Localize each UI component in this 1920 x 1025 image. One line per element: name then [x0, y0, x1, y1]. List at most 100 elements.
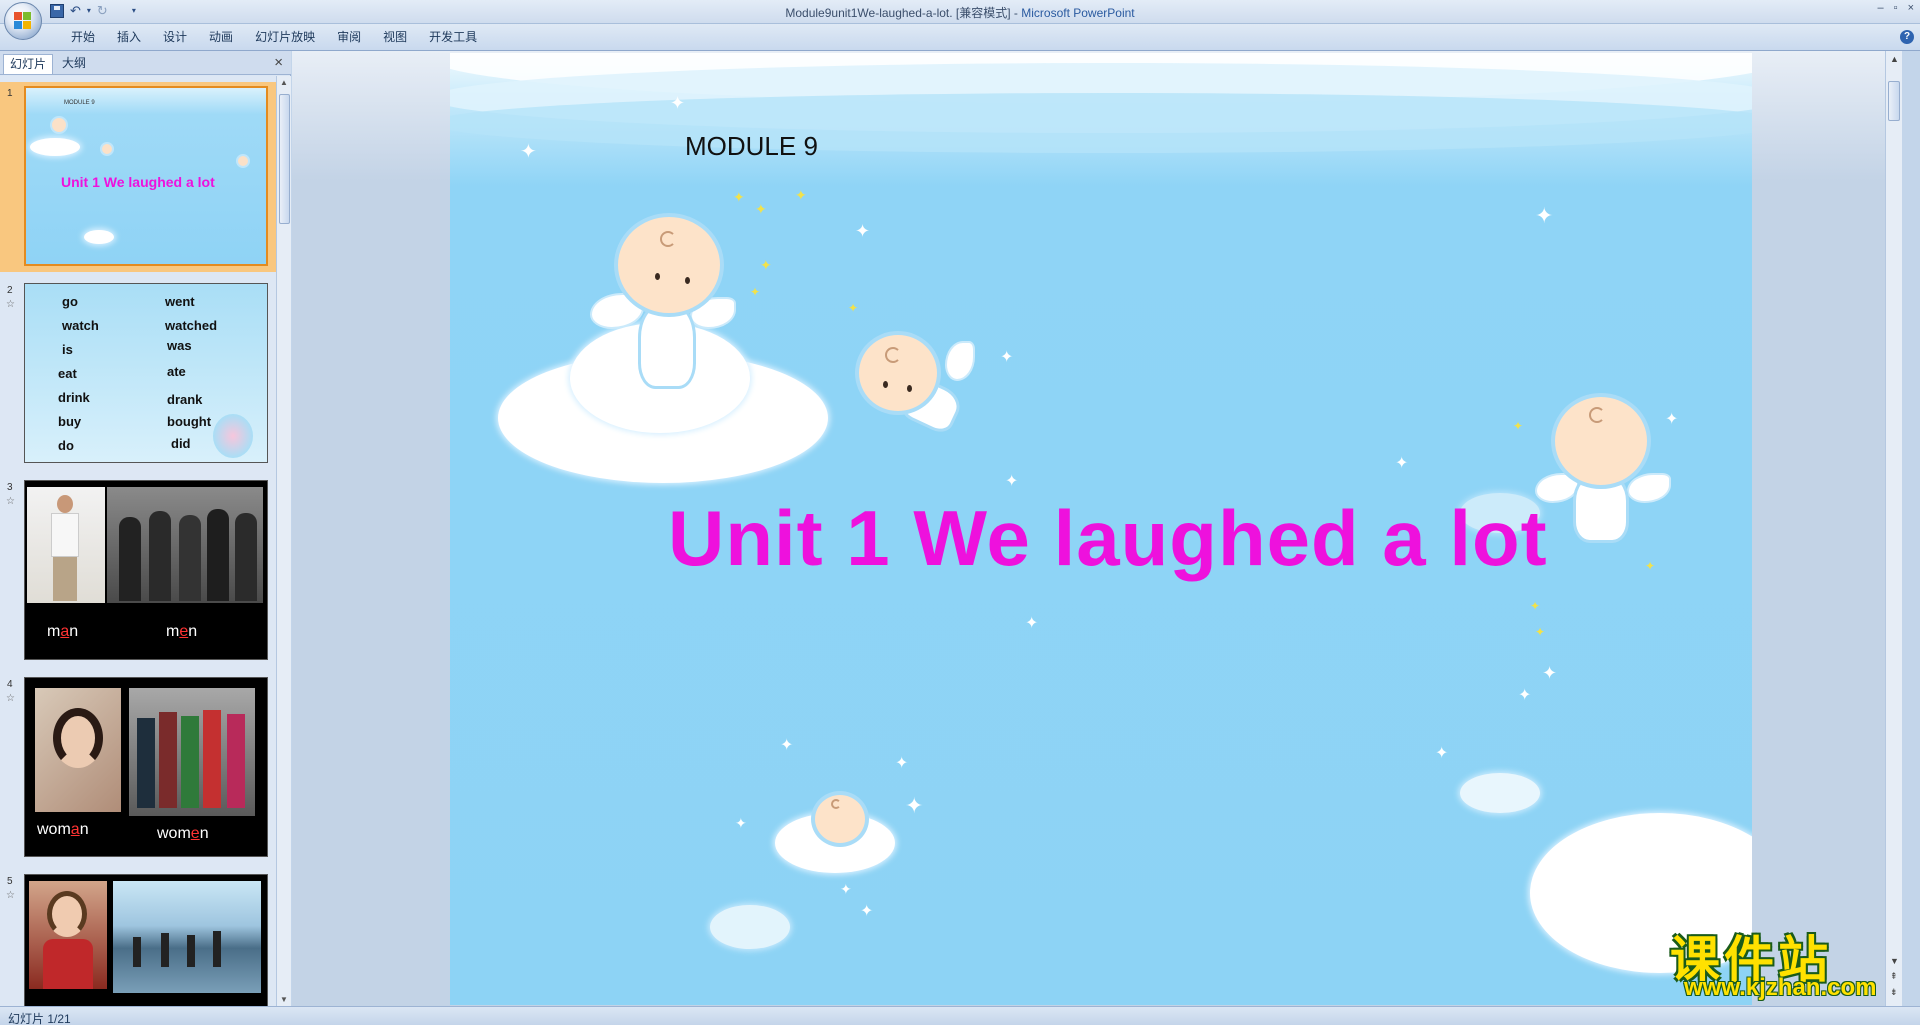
star-decoration: ✦: [905, 793, 924, 818]
thumbnail-preview: go watch is eat drink buy do went watche…: [24, 283, 268, 463]
star-decoration: ✦: [840, 881, 852, 897]
angel-illustration: [590, 213, 736, 413]
window-title: Module9unit1We-laughed-a-lot. [兼容模式] - M…: [0, 4, 1920, 21]
star-decoration: ✦: [855, 221, 871, 241]
slide-number: 2: [7, 285, 13, 296]
tab-slides[interactable]: 幻灯片: [3, 54, 54, 74]
angel-illustration: [1535, 393, 1671, 563]
thumbnail-preview: woman women: [24, 677, 268, 857]
star-decoration: ✦: [1435, 745, 1449, 762]
caption-men: men: [166, 623, 198, 640]
ribbon-tabs: 开始 插入 设计 动画 幻灯片放映 审阅 视图 开发工具: [60, 30, 488, 45]
cloud-decoration: [710, 905, 790, 949]
photo-children: [113, 881, 261, 993]
tab-developer[interactable]: 开发工具: [418, 30, 488, 45]
ribbon: 开始 插入 设计 动画 幻灯片放映 审阅 视图 开发工具 ?: [0, 24, 1920, 51]
angel-illustration: [855, 331, 975, 451]
tab-slideshow[interactable]: 幻灯片放映: [244, 30, 326, 45]
wing-decoration: [1627, 473, 1671, 503]
slide-thumbnail-list: 1 MODULE 9 Unit 1 We laughed a lot 2 ☆ g…: [0, 76, 276, 1006]
slide-thumbnail-2[interactable]: 2 ☆ go watch is eat drink buy do went wa…: [0, 279, 276, 469]
title-separator: -: [1010, 6, 1022, 20]
tab-animations[interactable]: 动画: [198, 30, 244, 45]
scroll-up-icon[interactable]: ▲: [280, 78, 288, 87]
scrollbar-thumb[interactable]: [279, 94, 290, 224]
slide-module-text[interactable]: MODULE 9: [685, 131, 818, 162]
thumbnail-word: go: [62, 294, 78, 309]
thumbnail-title-text: Unit 1 We laughed a lot: [61, 174, 215, 190]
slide-editor: ✦ ✦ ✦ ✦ ✦ ✦ ✦ ✦ ✦ ✦ ✦ ✦ ✦ ✦ ✦ ✦ ✦ ✦ ✦ ✦ …: [292, 51, 1902, 1006]
flower-decoration: [213, 414, 253, 458]
thumbnail-module-text: MODULE 9: [64, 100, 95, 106]
thumbnail-word: drink: [58, 390, 90, 405]
scrollbar-thumb[interactable]: [1888, 81, 1900, 121]
office-button[interactable]: [4, 2, 42, 40]
slide-thumbnail-3[interactable]: 3 ☆ man men: [0, 476, 276, 666]
caption-man: man: [47, 623, 79, 640]
hair-curl: [660, 231, 676, 247]
thumbnail-preview: MODULE 9 Unit 1 We laughed a lot: [24, 86, 268, 266]
animation-star-icon: ☆: [6, 299, 15, 310]
caption-women: women: [157, 825, 209, 842]
thumbnail-scrollbar[interactable]: ▲ ▼: [276, 76, 291, 1006]
angel-decoration: [236, 154, 250, 168]
office-logo-icon: [14, 12, 32, 30]
angel-eye: [883, 381, 888, 388]
thumbnail-preview: man men: [24, 480, 268, 660]
yellow-star-decoration: ✦: [1535, 625, 1546, 639]
angel-illustration: [785, 791, 895, 871]
maximize-button[interactable]: ▫: [1894, 2, 1898, 14]
yellow-star-decoration: ✦: [760, 257, 772, 273]
yellow-star-decoration: ✦: [1530, 599, 1541, 613]
angel-head: [811, 791, 869, 847]
animation-star-icon: ☆: [6, 496, 15, 507]
yellow-star-decoration: ✦: [848, 301, 859, 315]
star-decoration: ✦: [1518, 687, 1532, 704]
slide-thumbnail-5[interactable]: 5 ☆: [0, 870, 276, 1006]
star-decoration: ✦: [1005, 473, 1019, 490]
status-bar: 幻灯片 1/21: [0, 1006, 1920, 1025]
tab-insert[interactable]: 插入: [106, 30, 152, 45]
close-panel-icon[interactable]: ×: [274, 54, 283, 71]
angel-decoration: [100, 142, 114, 156]
star-decoration: ✦: [1665, 411, 1679, 428]
minimize-button[interactable]: –: [1878, 2, 1884, 14]
slide-canvas[interactable]: ✦ ✦ ✦ ✦ ✦ ✦ ✦ ✦ ✦ ✦ ✦ ✦ ✦ ✦ ✦ ✦ ✦ ✦ ✦ ✦ …: [450, 53, 1752, 1005]
tab-view[interactable]: 视图: [372, 30, 418, 45]
thumbnail-word: drank: [167, 392, 203, 407]
hair-curl: [831, 799, 841, 809]
tab-design[interactable]: 设计: [152, 30, 198, 45]
thumbnail-word: ate: [167, 364, 186, 379]
tab-review[interactable]: 审阅: [326, 30, 372, 45]
yellow-star-decoration: ✦: [750, 285, 761, 299]
tab-outline[interactable]: 大纲: [56, 54, 92, 74]
angel-decoration: [50, 116, 68, 134]
star-decoration: ✦: [1535, 203, 1554, 228]
slide-thumbnail-1[interactable]: 1 MODULE 9 Unit 1 We laughed a lot: [0, 82, 276, 272]
watermark-url-text: www.kjzhan.com: [1684, 974, 1877, 1001]
star-decoration: ✦: [895, 755, 909, 772]
slide-thumbnail-4[interactable]: 4 ☆ woman women: [0, 673, 276, 863]
animation-star-icon: ☆: [6, 890, 15, 901]
slide-title[interactable]: Unit 1 We laughed a lot: [668, 493, 1548, 584]
photo-men: [107, 487, 263, 603]
title-bar: ↶ ▾ ↻ ▾ Module9unit1We-laughed-a-lot. [兼…: [0, 0, 1920, 24]
slide-scrollbar[interactable]: ▲ ▼ ⇞ ⇟: [1885, 51, 1902, 1006]
star-decoration: ✦: [860, 903, 874, 920]
photo-girl: [29, 881, 107, 989]
angel-eye: [685, 277, 690, 284]
close-button[interactable]: ×: [1908, 2, 1914, 14]
animation-star-icon: ☆: [6, 693, 15, 704]
angel-eye: [655, 273, 660, 280]
help-icon[interactable]: ?: [1900, 30, 1914, 44]
tab-home[interactable]: 开始: [60, 30, 106, 45]
angel-eye: [907, 385, 912, 392]
cloud-decoration: [1460, 773, 1540, 813]
star-decoration: ✦: [735, 815, 747, 831]
cloud-decoration: [30, 138, 80, 156]
scroll-down-icon[interactable]: ▼: [280, 995, 288, 1004]
scroll-up-icon[interactable]: ▲: [1890, 54, 1899, 64]
slide-number: 1: [7, 88, 13, 99]
yellow-star-decoration: ✦: [755, 201, 767, 217]
watermark-logo: 课件站 www.kjzhan.com: [1670, 920, 1905, 1002]
